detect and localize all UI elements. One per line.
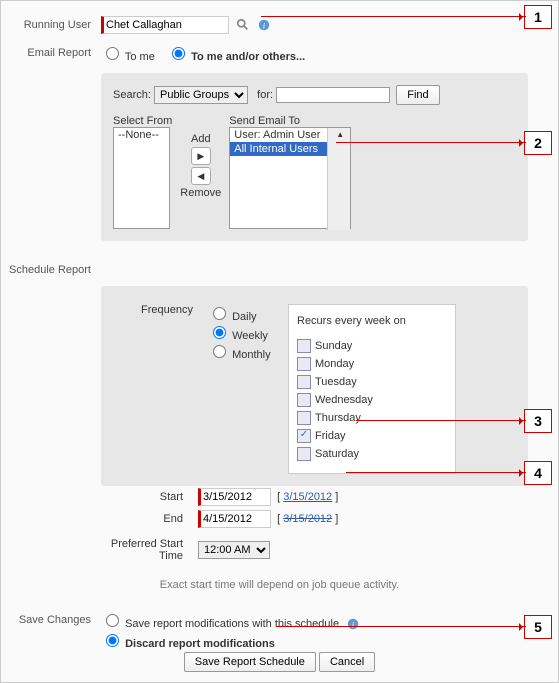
select-from-label: Select From <box>113 115 172 127</box>
callout-arrow <box>261 16 526 17</box>
start-time-note: Exact start time will depend on job queu… <box>1 579 558 591</box>
search-for-input[interactable] <box>276 87 390 103</box>
frequency-label: Frequency <box>113 304 208 474</box>
pst-label: Preferred Start Time <box>88 538 198 562</box>
callout-arrow <box>356 420 526 421</box>
callout-4: 4 <box>524 461 552 485</box>
recur-label: Recurs every week on <box>297 313 447 329</box>
start-input[interactable] <box>198 488 271 506</box>
day-tuesday[interactable]: Tuesday <box>297 373 447 391</box>
email-tome-radio[interactable]: To me <box>101 51 155 63</box>
info-icon[interactable]: i <box>257 18 271 32</box>
save-schedule-button[interactable]: Save Report Schedule <box>184 652 316 672</box>
email-others-label: To me and/or others... <box>191 51 305 63</box>
pst-select[interactable]: 12:00 AM <box>198 541 270 559</box>
day-saturday[interactable]: Saturday <box>297 445 447 463</box>
discard-mods-radio[interactable]: Discard report modifications <box>101 638 275 650</box>
day-friday[interactable]: ✓Friday <box>297 427 447 445</box>
callout-1: 1 <box>524 5 552 29</box>
callout-arrow <box>346 472 526 473</box>
search-label: Search: <box>113 89 151 101</box>
schedule-report-label: Schedule Report <box>1 261 101 276</box>
freq-monthly-radio[interactable]: Monthly <box>208 349 271 361</box>
info-icon[interactable]: i <box>346 617 360 631</box>
add-label: Add <box>180 133 221 145</box>
callout-arrow <box>276 626 526 627</box>
send-to-label: Send Email To <box>229 115 351 127</box>
find-button[interactable]: Find <box>396 85 439 105</box>
email-others-radio[interactable]: To me and/or others... <box>167 51 305 63</box>
running-user-label: Running User <box>1 16 101 31</box>
remove-label: Remove <box>180 187 221 199</box>
callout-arrow <box>336 142 526 143</box>
email-report-label: Email Report <box>1 44 101 59</box>
for-label: for: <box>257 89 273 101</box>
select-from-list[interactable]: --None-- <box>113 127 170 229</box>
end-input[interactable] <box>198 510 271 528</box>
end-label: End <box>103 513 198 525</box>
save-mods-radio[interactable]: Save report modifications with this sche… <box>101 618 339 630</box>
lookup-icon[interactable] <box>236 18 250 32</box>
day-monday[interactable]: Monday <box>297 355 447 373</box>
end-link[interactable]: 3/15/2012 <box>283 513 332 525</box>
send-to-list[interactable]: User: Admin User All Internal Users ▲ <box>229 127 351 229</box>
list-item[interactable]: --None-- <box>114 128 169 142</box>
add-button[interactable]: ▶ <box>191 147 211 165</box>
save-changes-label: Save Changes <box>1 611 101 626</box>
recipient-panel: Search: Public Groups for: Find Select F… <box>101 73 528 241</box>
day-thursday[interactable]: Thursday <box>297 409 447 427</box>
start-label: Start <box>103 491 198 503</box>
callout-3: 3 <box>524 409 552 433</box>
email-tome-label: To me <box>125 51 155 63</box>
search-scope-select[interactable]: Public Groups <box>154 86 248 104</box>
scrollbar[interactable]: ▲ <box>327 128 350 230</box>
callout-5: 5 <box>524 615 552 639</box>
schedule-panel: Frequency Daily Weekly Monthly Recurs ev… <box>101 286 528 486</box>
callout-2: 2 <box>524 131 552 155</box>
freq-daily-radio[interactable]: Daily <box>208 311 257 323</box>
day-wednesday[interactable]: Wednesday <box>297 391 447 409</box>
recur-box: Recurs every week on SundayMondayTuesday… <box>288 304 456 474</box>
day-sunday[interactable]: Sunday <box>297 337 447 355</box>
running-user-input[interactable] <box>101 16 229 34</box>
freq-weekly-radio[interactable]: Weekly <box>208 330 268 342</box>
remove-button[interactable]: ◀ <box>191 167 211 185</box>
cancel-button[interactable]: Cancel <box>319 652 375 672</box>
start-link[interactable]: 3/15/2012 <box>283 491 332 503</box>
